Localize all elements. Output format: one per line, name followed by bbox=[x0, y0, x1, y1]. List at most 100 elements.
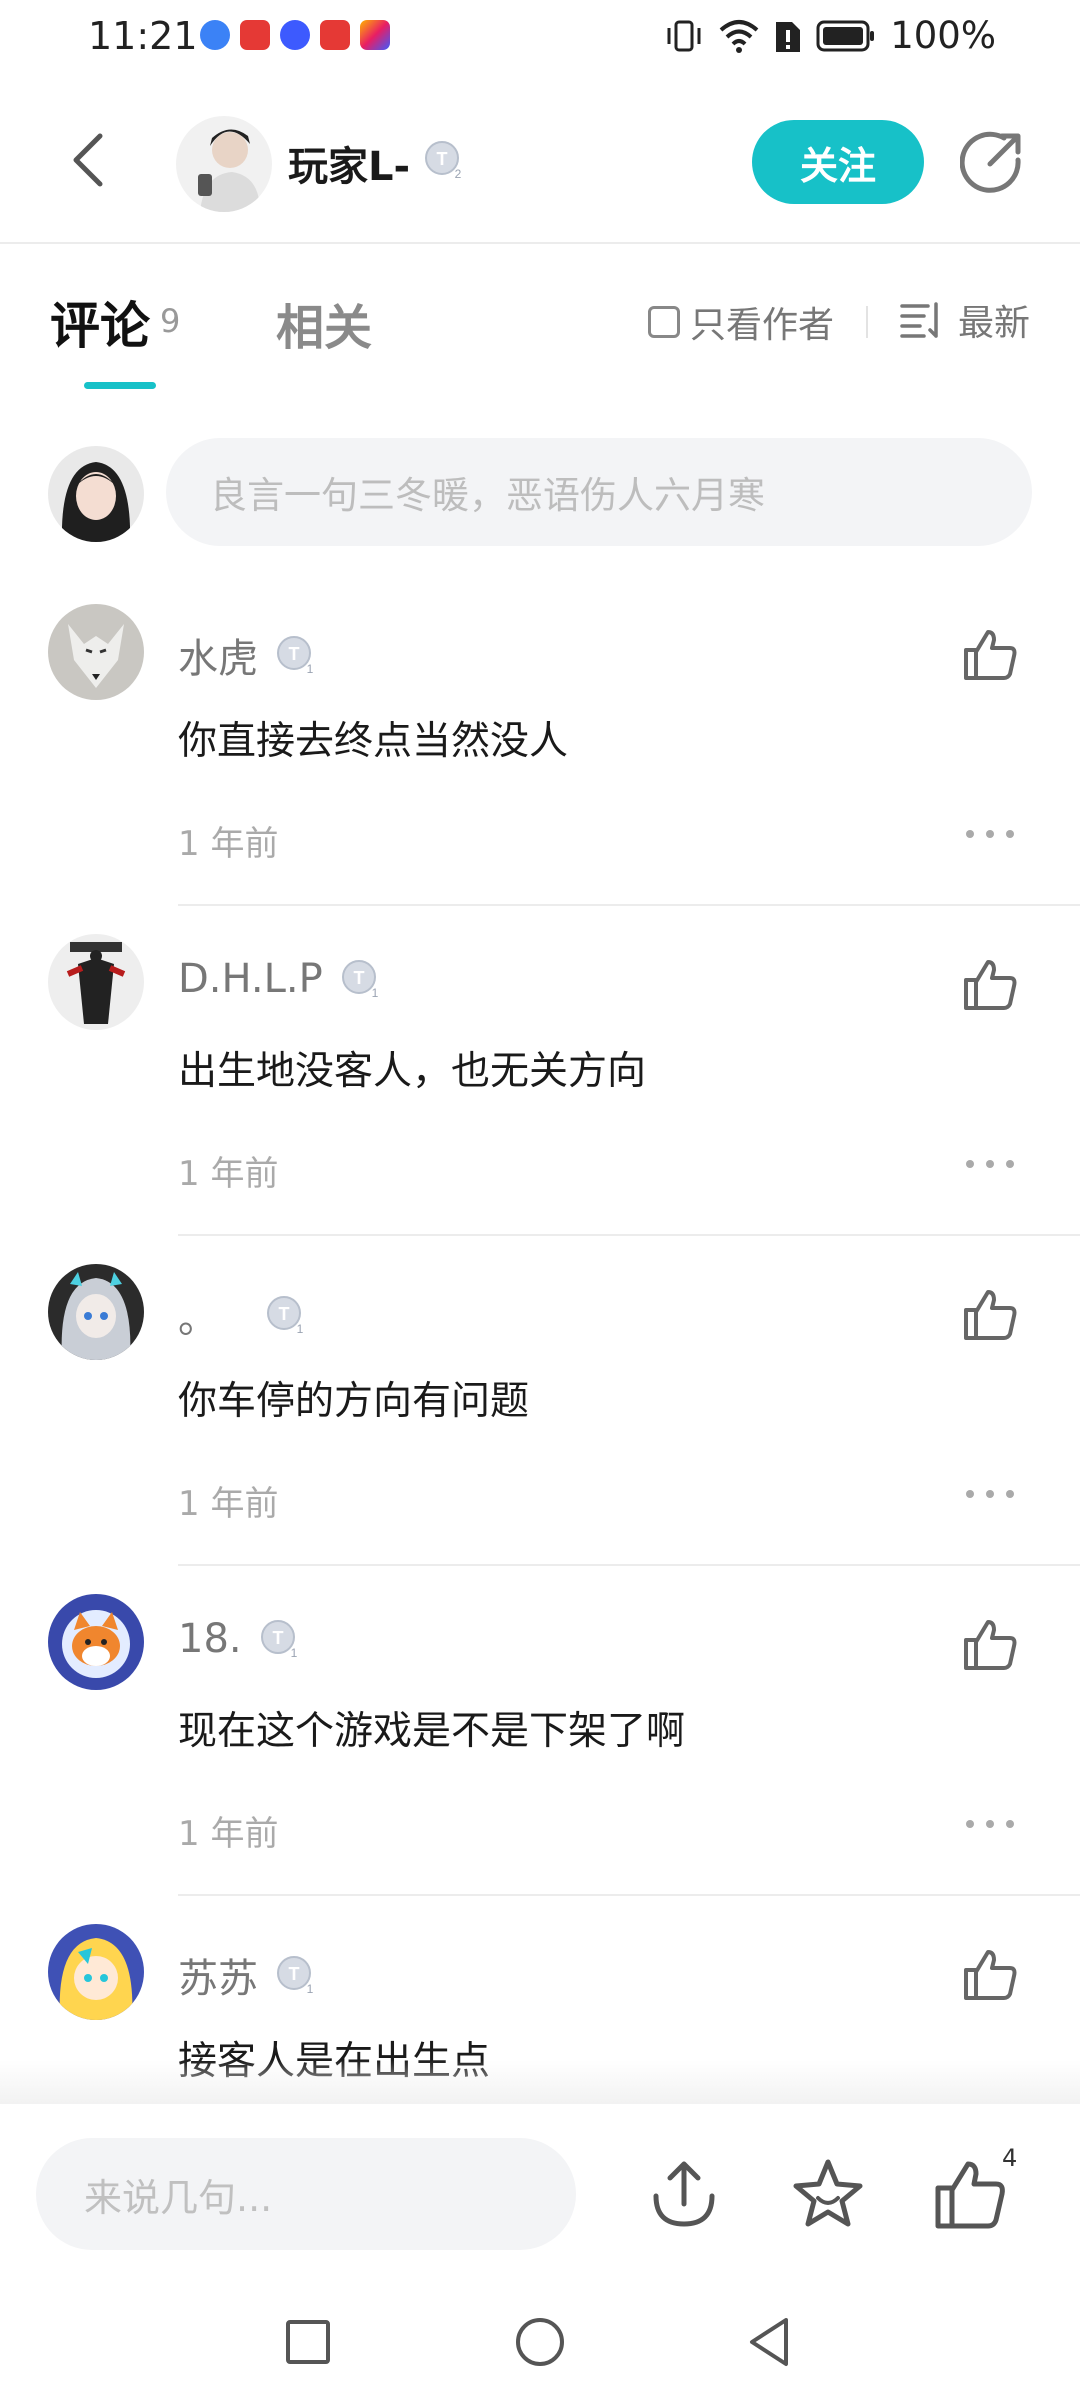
vibrate-icon bbox=[667, 20, 701, 51]
level-badge-icon: T2 bbox=[424, 140, 464, 180]
comments-count: 9 bbox=[160, 302, 181, 340]
status-indicators: 100% bbox=[664, 14, 996, 57]
red-book-app-icon bbox=[240, 20, 270, 50]
commenter-name-row: 。 T1 bbox=[178, 1286, 306, 1344]
comment-input[interactable]: 良言一句三冬暖，恶语伤人六月寒 bbox=[166, 438, 1032, 546]
recent-apps-icon[interactable] bbox=[280, 2314, 336, 2370]
commenter-avatar[interactable] bbox=[48, 1924, 144, 2020]
level-badge-icon: T1 bbox=[276, 1955, 316, 1995]
svg-text:T: T bbox=[289, 1964, 300, 1984]
scroll-fade bbox=[0, 2060, 1080, 2104]
comment-divider bbox=[178, 1564, 1080, 1566]
svg-text:2: 2 bbox=[455, 167, 462, 180]
comment-time: 1 年前 bbox=[178, 1814, 279, 1854]
more-options-button[interactable] bbox=[966, 1154, 1014, 1174]
sort-icon bbox=[900, 302, 938, 338]
svg-text:1: 1 bbox=[297, 1322, 304, 1335]
chevron-left-icon bbox=[73, 133, 103, 187]
wifi-icon bbox=[719, 19, 759, 53]
comment-divider bbox=[178, 1894, 1080, 1896]
svg-text:T: T bbox=[279, 1304, 290, 1324]
follow-button[interactable]: 关注 bbox=[752, 120, 924, 204]
more-options-button[interactable] bbox=[966, 1814, 1014, 1834]
share-upload-icon[interactable] bbox=[646, 2156, 722, 2232]
commenter-avatar[interactable] bbox=[48, 1264, 144, 1360]
commenter-name[interactable]: 。 bbox=[178, 1286, 218, 1344]
comment-item: 水虎 T1 你直接去终点当然没人 1 年前 bbox=[0, 604, 1080, 934]
comment-text: 你车停的方向有问题 bbox=[178, 1379, 530, 1424]
comment-text: 你直接去终点当然没人 bbox=[178, 719, 569, 764]
comment-item: 。 T1 你车停的方向有问题 1 年前 bbox=[0, 1264, 1080, 1594]
author-name[interactable]: 玩家L- bbox=[288, 134, 410, 192]
commenter-name[interactable]: 水虎 bbox=[178, 626, 258, 684]
commenter-name[interactable]: D.H.L.P bbox=[178, 956, 323, 1002]
thumbs-up-icon[interactable] bbox=[960, 954, 1020, 1014]
thumbs-up-icon[interactable] bbox=[960, 1944, 1020, 2004]
commenter-name[interactable]: 苏苏 bbox=[178, 1946, 258, 2004]
author-avatar[interactable] bbox=[176, 116, 272, 212]
active-tab-indicator bbox=[84, 382, 156, 389]
header: 玩家L- T2 关注 bbox=[0, 80, 1080, 244]
svg-text:1: 1 bbox=[290, 1646, 297, 1659]
svg-text:1: 1 bbox=[307, 1982, 314, 1995]
svg-text:T: T bbox=[289, 644, 300, 664]
comment-time: 1 年前 bbox=[178, 1484, 279, 1524]
back-nav-icon[interactable] bbox=[742, 2314, 798, 2370]
sort-label: 最新 bbox=[958, 303, 1031, 344]
bottom-action-bar: 来说几句... 4 bbox=[0, 2104, 1080, 2284]
level-badge-icon: T1 bbox=[260, 1619, 300, 1659]
svg-text:T: T bbox=[437, 149, 448, 169]
more-options-button[interactable] bbox=[966, 824, 1014, 844]
comment-item: 18. T1 现在这个游戏是不是下架了啊 1 年前 bbox=[0, 1594, 1080, 1924]
like-count: 4 bbox=[1002, 2144, 1018, 2172]
comment-text: 出生地没客人，也无关方向 bbox=[178, 1049, 647, 1094]
author-only-toggle[interactable]: 只看作者 bbox=[648, 296, 834, 348]
thumbs-up-icon[interactable] bbox=[960, 624, 1020, 684]
blue-app-icon bbox=[200, 20, 230, 50]
home-icon[interactable] bbox=[512, 2314, 568, 2370]
system-nav-bar bbox=[0, 2284, 1080, 2400]
huawei-app-icon bbox=[320, 20, 350, 50]
tabs-divider bbox=[866, 306, 868, 338]
sort-button[interactable]: 最新 bbox=[900, 294, 1030, 346]
svg-text:T: T bbox=[272, 1628, 283, 1648]
commenter-name[interactable]: 18. bbox=[178, 1616, 242, 1662]
share-icon bbox=[960, 131, 1021, 193]
level-badge-icon: T1 bbox=[276, 635, 316, 675]
svg-text:1: 1 bbox=[371, 986, 378, 999]
comment-tabs: 评论 9 相关 只看作者 最新 bbox=[0, 246, 1080, 396]
comment-time: 1 年前 bbox=[178, 824, 279, 864]
comment-time: 1 年前 bbox=[178, 1154, 279, 1194]
commenter-avatar[interactable] bbox=[48, 604, 144, 700]
star-favorite-icon[interactable] bbox=[790, 2156, 866, 2232]
back-button[interactable] bbox=[48, 120, 128, 200]
comment-divider bbox=[178, 904, 1080, 906]
status-bar: 11:21 100% bbox=[0, 0, 1080, 80]
tab-related[interactable]: 相关 bbox=[276, 288, 372, 358]
battery-icon bbox=[816, 20, 875, 51]
author-only-checkbox[interactable] bbox=[648, 306, 680, 338]
my-avatar[interactable] bbox=[48, 446, 144, 542]
reply-input[interactable]: 来说几句... bbox=[36, 2138, 576, 2250]
svg-text:T: T bbox=[353, 968, 364, 988]
thumbs-up-icon[interactable] bbox=[960, 1284, 1020, 1344]
share-button[interactable] bbox=[950, 120, 1034, 204]
commenter-avatar[interactable] bbox=[48, 1594, 144, 1690]
status-app-icons bbox=[200, 20, 390, 50]
sim-alert-icon bbox=[776, 21, 801, 52]
more-options-button[interactable] bbox=[966, 1484, 1014, 1504]
thumbs-up-icon[interactable] bbox=[960, 1614, 1020, 1674]
music-app-icon bbox=[280, 20, 310, 50]
commenter-name-row: 水虎 T1 bbox=[178, 626, 316, 684]
tab-comments[interactable]: 评论 bbox=[50, 286, 150, 358]
svg-text:1: 1 bbox=[307, 662, 314, 675]
status-time: 11:21 bbox=[88, 14, 198, 58]
commenter-avatar[interactable] bbox=[48, 934, 144, 1030]
commenter-name-row: 苏苏 T1 bbox=[178, 1946, 316, 2004]
level-badge-icon: T1 bbox=[266, 1295, 306, 1335]
battery-percent: 100% bbox=[890, 14, 996, 57]
commenter-name-row: D.H.L.P T1 bbox=[178, 956, 381, 1002]
commenter-name-row: 18. T1 bbox=[178, 1616, 300, 1662]
thumbs-up-icon[interactable] bbox=[932, 2156, 1008, 2232]
level-badge-icon: T1 bbox=[341, 959, 381, 999]
